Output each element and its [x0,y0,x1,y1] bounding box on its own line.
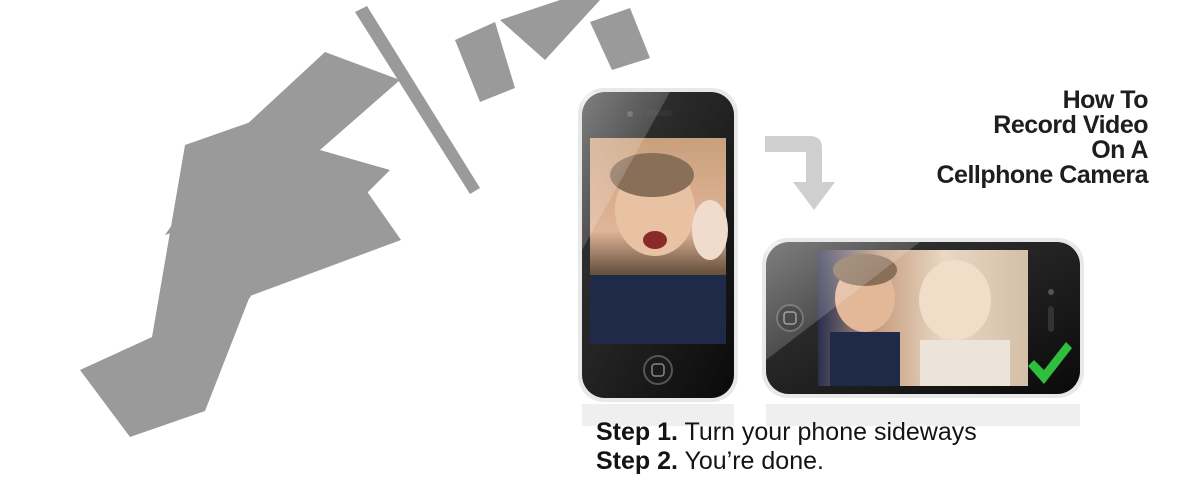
step-1-text: Turn your phone sideways [684,418,977,446]
watermark-divider [355,6,480,194]
watermark-letter-k [455,22,515,102]
step-1-label: Step 1. [596,418,678,446]
page-title: How To Record Video On A Cellphone Camer… [936,88,1148,188]
watermark-k-shape [80,118,401,437]
portrait-phone [578,88,738,402]
step-2-label: Step 2. [596,447,678,475]
title-line-3: On A [1091,136,1148,164]
watermark-letter-k-arm [500,0,600,60]
title-line-2: Record Video [993,111,1148,139]
steps-list: Step 1. Turn your phone sideways Step 2.… [596,418,977,476]
landscape-phone [762,238,1084,398]
step-1: Step 1. Turn your phone sideways [596,418,977,447]
watermark-f-shape [165,52,400,315]
curved-arrow-down-icon [765,136,835,210]
home-button-icon [643,355,673,385]
step-2-text: You’re done. [684,447,824,475]
step-2: Step 2. You’re done. [596,447,977,476]
watermark-letter-i [590,8,650,70]
title-line-4: Cellphone Camera [936,161,1148,189]
title-line-1: How To [1062,86,1149,114]
